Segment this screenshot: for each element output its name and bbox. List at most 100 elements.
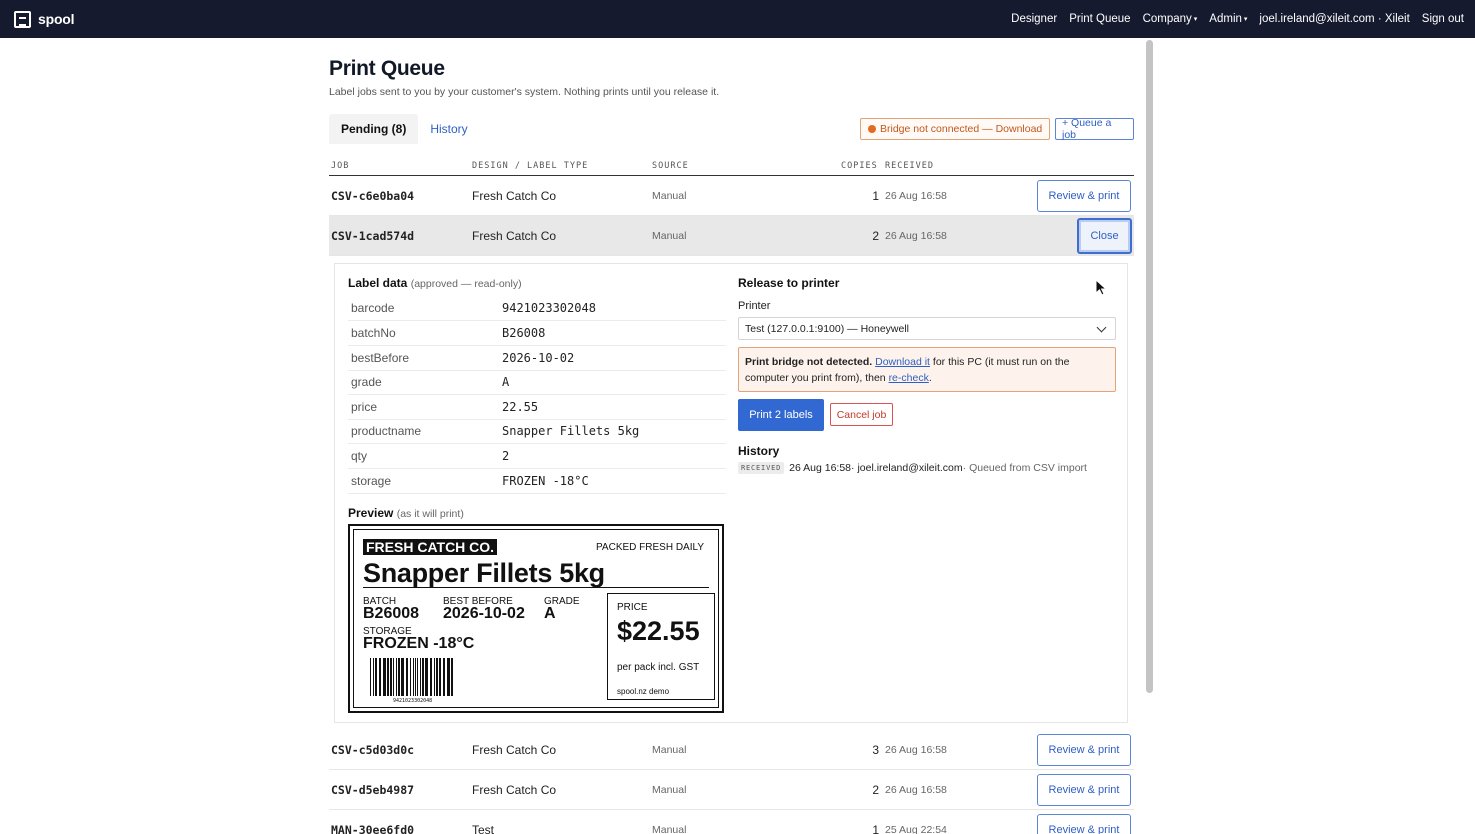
- barcode-bar: [406, 658, 408, 696]
- label-price-note: per pack incl. GST: [617, 662, 700, 673]
- label-footer: spool.nz demo: [617, 687, 670, 696]
- barcode-bar: [425, 658, 428, 696]
- review-print-button[interactable]: Review & print: [1037, 814, 1131, 834]
- table-row: MAN-30ee6fd0 Test Manual 1 25 Aug 22:54 …: [329, 810, 1134, 834]
- label-field: productname Snapper Fillets 5kg: [348, 419, 726, 444]
- warning-bold: Print bridge not detected.: [745, 356, 873, 368]
- barcode-bar: [422, 658, 424, 696]
- label-divider: [363, 587, 709, 588]
- job-received: 26 Aug 16:58: [885, 744, 947, 756]
- nav-admin[interactable]: Admin ▾: [1209, 13, 1247, 25]
- job-id: MAN-30ee6fd0: [331, 823, 415, 834]
- nav-account[interactable]: joel.ireland@xileit.com · Xileit: [1259, 13, 1409, 25]
- page-scrollbar[interactable]: [1146, 40, 1153, 693]
- job-id: CSV-c6e0ba04: [331, 189, 415, 203]
- cancel-job-button[interactable]: Cancel job: [830, 403, 893, 426]
- job-source: Manual: [652, 824, 687, 834]
- col-copies: COPIES: [841, 161, 878, 171]
- barcode-bar: [379, 658, 381, 696]
- review-print-button[interactable]: Review & print: [1037, 180, 1131, 212]
- status-dot-icon: [868, 125, 876, 133]
- review-print-button[interactable]: Review & print: [1037, 774, 1131, 806]
- mouse-cursor-icon: [1095, 279, 1108, 296]
- barcode-bar: [375, 658, 377, 696]
- barcode-bar: [387, 658, 389, 696]
- job-copies: 2: [872, 229, 879, 243]
- job-copies: 3: [872, 743, 879, 757]
- label-field: batchNo B26008: [348, 321, 726, 346]
- nav-company[interactable]: Company ▾: [1143, 13, 1198, 25]
- col-received: RECEIVED: [885, 161, 934, 171]
- download-link[interactable]: Download it: [875, 356, 930, 368]
- job-copies: 1: [872, 189, 879, 203]
- recheck-link[interactable]: re-check: [889, 372, 929, 384]
- job-detail-panel: Label data (approved — read-only) barcod…: [334, 263, 1128, 723]
- barcode-bar: [383, 658, 386, 696]
- tab-pending[interactable]: Pending (8): [329, 114, 419, 144]
- job-id: CSV-c5d03d0c: [331, 743, 415, 757]
- col-source: SOURCE: [652, 161, 689, 171]
- nav-company-label: Company: [1142, 13, 1192, 25]
- field-key: bestBefore: [351, 351, 410, 365]
- history-time: 26 Aug 16:58: [789, 462, 852, 474]
- label-batch: B26008: [363, 605, 420, 622]
- barcode-bar: [396, 658, 397, 696]
- job-design: Fresh Catch Co: [472, 229, 557, 243]
- label-field: barcode 9421023302048: [348, 296, 726, 321]
- label-preview-frame: FRESH CATCH CO. PACKED FRESH DAILY Snapp…: [353, 529, 719, 708]
- brand[interactable]: spool: [14, 10, 75, 28]
- field-key: qty: [351, 449, 368, 463]
- print-labels-button[interactable]: Print 2 labels: [738, 399, 824, 431]
- close-button[interactable]: Close: [1077, 218, 1132, 254]
- barcode-bar: [390, 658, 392, 696]
- field-value: B26008: [502, 326, 546, 340]
- barcode-bar: [436, 658, 438, 696]
- job-received: 25 Aug 22:54: [885, 824, 947, 834]
- release-title: Release to printer: [738, 276, 840, 290]
- label-data-heading: Label data: [348, 276, 408, 290]
- barcode-bar: [447, 658, 450, 696]
- queue-job-button[interactable]: + Queue a job: [1055, 117, 1134, 141]
- nav-designer[interactable]: Designer: [1011, 13, 1057, 25]
- job-copies: 1: [872, 823, 879, 834]
- page-title: Print Queue: [329, 57, 445, 80]
- job-source: Manual: [652, 190, 687, 202]
- table-row-selected: CSV-1cad574d Fresh Catch Co Manual 2 26 …: [329, 216, 1134, 256]
- field-value: 2: [502, 449, 510, 463]
- label-field: qty 2: [348, 444, 726, 469]
- label-field: price 22.55: [348, 395, 726, 420]
- field-value: Snapper Fillets 5kg: [502, 424, 640, 438]
- table-row: CSV-c5d03d0c Fresh Catch Co Manual 3 26 …: [329, 730, 1134, 770]
- history-title: History: [738, 444, 780, 458]
- label-product: Snapper Fillets 5kg: [363, 558, 605, 588]
- col-design: DESIGN / LABEL TYPE: [472, 161, 589, 171]
- field-key: price: [351, 400, 378, 414]
- job-design: Test: [472, 823, 495, 834]
- job-id: CSV-d5eb4987: [331, 783, 415, 797]
- chevron-down-icon: ▾: [1243, 15, 1248, 23]
- label-price-caption: PRICE: [617, 602, 648, 613]
- field-key: storage: [351, 474, 392, 488]
- job-design: Fresh Catch Co: [472, 783, 557, 797]
- nav-print-queue[interactable]: Print Queue: [1069, 13, 1130, 25]
- tab-history[interactable]: History: [418, 114, 479, 144]
- history-user: · joel.ireland@xileit.com: [851, 462, 963, 474]
- bridge-warning: Print bridge not detected. Download it f…: [738, 347, 1116, 392]
- printer-select[interactable]: Test (127.0.0.1:9100) — Honeywell: [738, 317, 1116, 340]
- review-print-button[interactable]: Review & print: [1037, 734, 1131, 766]
- top-nav-links: Designer Print Queue Company ▾ Admin ▾ joe…: [999, 0, 1464, 38]
- job-source: Manual: [652, 784, 687, 796]
- col-job: JOB: [331, 161, 350, 171]
- barcode-bar: [443, 658, 445, 696]
- job-copies: 2: [872, 783, 879, 797]
- label-grade: A: [544, 605, 556, 622]
- table-row: CSV-c6e0ba04 Fresh Catch Co Manual 1 26 …: [329, 176, 1134, 216]
- barcode-bar: [451, 658, 453, 696]
- top-navbar: spool Designer Print Queue Company ▾ Admi…: [0, 0, 1475, 38]
- brand-name: spool: [38, 11, 75, 27]
- bridge-status-button[interactable]: Bridge not connected — Download: [860, 118, 1051, 140]
- nav-sign-out[interactable]: Sign out: [1422, 13, 1464, 25]
- job-design: Fresh Catch Co: [472, 189, 557, 203]
- job-source: Manual: [652, 744, 687, 756]
- job-source: Manual: [652, 230, 687, 242]
